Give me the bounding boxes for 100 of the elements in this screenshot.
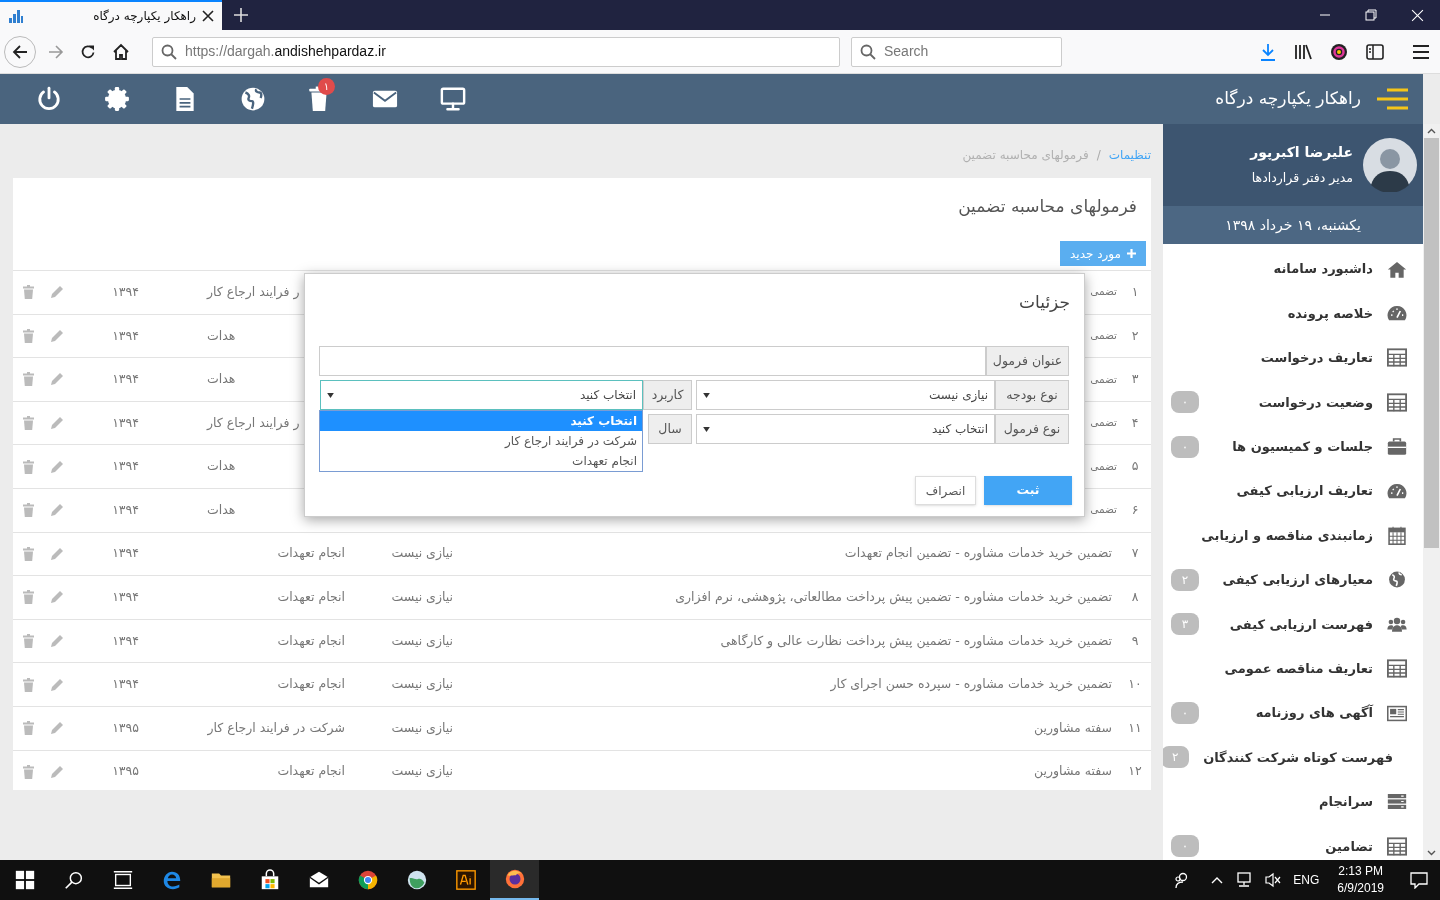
table-cell: تضمین خرید خدمات مشاوره - تضمین پیش پرداخت مطالعاتی، پژوهشی، نرم افزاری — [675, 588, 1112, 607]
settings-icon[interactable] — [104, 86, 130, 112]
clock[interactable]: 2:13 PM 6/9/2019 — [1331, 863, 1390, 897]
menu-item[interactable]: داشبورد سامانه — [1163, 247, 1423, 292]
caret-icon — [327, 392, 334, 398]
browser-tab[interactable]: راهکار یکپارچه درگاه — [0, 0, 222, 30]
table-cell-text: ۱۳۹۴ — [112, 282, 139, 301]
select-field[interactable]: انتخاب کنید — [696, 414, 995, 444]
back-arrow-icon — [12, 43, 28, 60]
table-cell-text: تضمین خرید خدمات مشاوره - تضمین انجام تعهدات — [844, 544, 1112, 563]
table-cell-text: ۱۳۹۴ — [112, 413, 139, 432]
library-icon[interactable] — [1294, 43, 1312, 60]
menu-item[interactable]: خلاصه پرونده — [1163, 291, 1423, 336]
search-field[interactable]: Search — [851, 36, 1062, 67]
tab-title: راهکار یکپارچه درگاه — [92, 8, 196, 25]
row-number: ۲ — [1131, 326, 1139, 345]
menu-item[interactable]: تعاریف درخواست — [1163, 335, 1423, 381]
color-wheel-icon[interactable] — [1330, 42, 1348, 61]
table-cell-text: ۱۳۹۴ — [112, 544, 139, 563]
table-cell-text: ۱۳۹۴ — [112, 326, 139, 345]
table-cell: انجام تعهدات — [277, 588, 345, 607]
task-view-icon[interactable] — [111, 869, 134, 891]
menu-item[interactable]: معیارهای ارزیابی کیفی ۲ — [1163, 557, 1423, 603]
breadcrumb-separator: / — [1096, 147, 1101, 164]
text-input[interactable] — [319, 346, 986, 376]
table-cell-text: هدات — [207, 457, 236, 476]
field-label: نوع فرمول — [995, 414, 1069, 444]
monitor-icon[interactable] — [440, 86, 466, 112]
scroll-down-icon[interactable] — [1427, 850, 1436, 856]
table-cell-text: نیازی نیست — [391, 762, 453, 781]
search-icon — [161, 43, 177, 60]
table-cell: انجام تعهدات — [277, 675, 345, 694]
home-icon[interactable] — [112, 42, 130, 61]
table-cell-text: ۱۳۹۵ — [112, 718, 139, 737]
row-number: ۷ — [1131, 544, 1139, 563]
table-cell-text: هدات — [207, 326, 236, 345]
reload-icon[interactable] — [80, 43, 96, 60]
globe-icon — [1387, 570, 1407, 590]
table-icon — [1387, 348, 1407, 368]
menu-item[interactable]: تعاریف مناقصه عمومی — [1163, 646, 1423, 691]
table-cell-text: ۱۳۹۴ — [112, 500, 139, 519]
cancel-button[interactable]: انصراف — [915, 476, 976, 505]
close-icon[interactable] — [202, 10, 214, 22]
table-cell: هدات — [207, 370, 236, 389]
table-cell: ر فرایند ارجاع کار — [207, 282, 300, 302]
table-icon — [1387, 392, 1407, 412]
table-cell-text: سفته مشاورین — [1034, 762, 1112, 781]
table-cell: ۱۳۹۴ — [112, 370, 139, 389]
download-icon[interactable] — [1260, 42, 1276, 61]
address-bar[interactable]: https://dargah.andishehpardaz.ir — [152, 36, 840, 67]
dialog-title: جزئیات — [1019, 291, 1070, 314]
power-icon[interactable] — [36, 86, 62, 112]
select-field[interactable]: نیازی نیست — [696, 380, 995, 410]
row-number: ۵ — [1131, 457, 1139, 476]
caret-icon — [703, 392, 710, 398]
search-icon[interactable] — [62, 869, 85, 891]
field-label: عنوان فرمول — [986, 346, 1069, 376]
table-icon — [1387, 659, 1407, 679]
row-number: ۹ — [1131, 631, 1139, 650]
chrome-icon[interactable] — [356, 869, 379, 891]
network-icon[interactable] — [1235, 872, 1254, 888]
new-tab-icon[interactable] — [234, 8, 248, 22]
language-indicator[interactable]: ENG — [1293, 871, 1320, 889]
table-cell-text: انجام تعهدات — [277, 631, 345, 650]
field-label: نوع بودجه — [995, 380, 1069, 410]
table-cell: ۱۳۹۴ — [112, 588, 139, 607]
chevron-up-icon[interactable] — [1211, 876, 1224, 884]
menu-item[interactable]: فهرست ارزیابی کیفی ۳ — [1163, 602, 1423, 647]
scrollbar[interactable] — [1423, 124, 1440, 860]
table-cell: ۱۳۹۴ — [112, 675, 139, 694]
sidebar-icon[interactable] — [1366, 43, 1384, 60]
windows-icon[interactable] — [13, 869, 36, 891]
table-cell: تضمین خرید خدمات مشاوره - سپرده حسن اجرای کار — [830, 675, 1112, 694]
globe-icon[interactable] — [240, 86, 266, 112]
table-cell: تضمی — [1090, 415, 1117, 431]
table-cell-text: ۱۳۹۴ — [112, 457, 139, 476]
menu-item[interactable]: سرانجام — [1163, 779, 1423, 825]
menu-item[interactable]: تعاریف ارزیابی کیفی — [1163, 468, 1423, 514]
select-field[interactable]: انتخاب کنید — [320, 380, 643, 410]
scroll-up-icon[interactable] — [1427, 128, 1436, 134]
restore-icon[interactable] — [1365, 9, 1377, 21]
newspaper-icon — [1387, 703, 1407, 723]
notification-badge: ۱ — [318, 78, 335, 95]
volume-muted-icon[interactable] — [1265, 872, 1282, 888]
table-cell: نیازی نیست — [391, 588, 453, 607]
table-cell-text: هدات — [207, 500, 236, 519]
table-cell-text: ۱۳۹۴ — [112, 631, 139, 650]
firefox-icon[interactable] — [503, 868, 526, 890]
dropdown-option[interactable]: انجام تعهدات — [320, 451, 642, 471]
row-number: ۱ — [1131, 282, 1139, 301]
forward-arrow-icon[interactable] — [48, 43, 64, 60]
notification-icon[interactable] — [1410, 871, 1428, 889]
menu-item[interactable]: زمانبندی مناقصه و ارزیابی — [1163, 513, 1423, 558]
globe-icon[interactable] — [405, 869, 428, 891]
scrollbar-thumb[interactable] — [1424, 138, 1439, 548]
row-number: ۶ — [1131, 500, 1139, 519]
illustrator-icon[interactable] — [454, 869, 477, 891]
menu-icon[interactable] — [1412, 44, 1430, 59]
dropdown-option[interactable]: شرکت در فرایند ارجاع کار — [320, 431, 642, 451]
calendar-icon — [1387, 526, 1407, 546]
